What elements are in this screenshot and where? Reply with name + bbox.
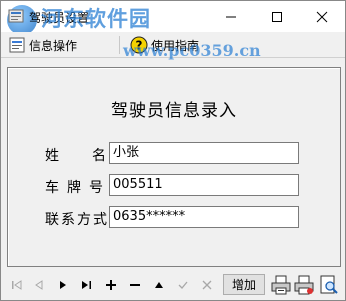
insert-record-button[interactable] — [101, 273, 121, 297]
contact-label: 联系方式 — [45, 212, 109, 228]
next-record-icon — [60, 281, 66, 289]
contact-input[interactable]: 0635****** — [109, 206, 299, 228]
check-icon — [178, 281, 188, 289]
print-setup-button[interactable] — [293, 274, 315, 296]
close-icon — [316, 11, 328, 22]
edit-record-button[interactable] — [149, 273, 169, 297]
minimize-button[interactable] — [208, 1, 254, 32]
watermark-url: www.pc0359.cn — [123, 41, 261, 60]
minus-icon — [130, 284, 140, 286]
info-list-icon — [7, 35, 27, 55]
name-label-char-1: 姓 — [45, 148, 59, 164]
first-record-icon — [12, 280, 22, 290]
record-navigator: 增加 — [7, 273, 341, 297]
close-button[interactable] — [299, 1, 345, 32]
prior-record-button[interactable] — [29, 273, 49, 297]
print-preview-button[interactable] — [318, 274, 340, 296]
print-preview-icon — [320, 275, 338, 294]
menu-info-operation-label: 信息操作 — [29, 38, 78, 53]
add-button[interactable]: 增加 — [223, 274, 265, 295]
next-record-button[interactable] — [53, 273, 73, 297]
printer-settings-icon — [294, 275, 314, 295]
last-record-icon — [82, 281, 91, 289]
driver-form-panel: 驾驶员信息录入 姓 名 小张 车牌号 005511 联系方式 0635*****… — [7, 67, 341, 267]
delete-record-button[interactable] — [125, 273, 145, 297]
app-window: 驾驶员设置 河东软件园 信息操作 ? 使用指南 www.pc0359.cn 驾驶… — [0, 0, 346, 301]
maximize-icon — [272, 11, 282, 22]
first-record-button[interactable] — [7, 273, 27, 297]
watermark-text: 河东软件园 — [41, 6, 151, 31]
edit-triangle-icon — [155, 282, 163, 288]
title-bar[interactable]: 驾驶员设置 河东软件园 — [1, 1, 345, 35]
name-input[interactable]: 小张 — [109, 142, 299, 164]
plate-label: 车牌号 — [45, 180, 111, 196]
cancel-x-icon — [202, 280, 212, 290]
print-button[interactable] — [270, 274, 292, 296]
minimize-icon — [226, 16, 236, 17]
post-record-button[interactable] — [173, 273, 193, 297]
form-title: 驾驶员信息录入 — [111, 101, 237, 121]
maximize-button[interactable] — [254, 1, 300, 32]
menu-separator — [119, 36, 120, 54]
last-record-button[interactable] — [77, 273, 97, 297]
menu-info-operation[interactable]: 信息操作 — [7, 34, 77, 56]
cancel-record-button[interactable] — [197, 273, 217, 297]
plus-icon — [106, 280, 116, 290]
name-label-char-2: 名 — [92, 148, 106, 164]
prior-record-icon — [35, 280, 43, 290]
app-icon — [8, 8, 24, 24]
printer-icon — [271, 275, 291, 295]
plate-input[interactable]: 005511 — [109, 174, 299, 196]
